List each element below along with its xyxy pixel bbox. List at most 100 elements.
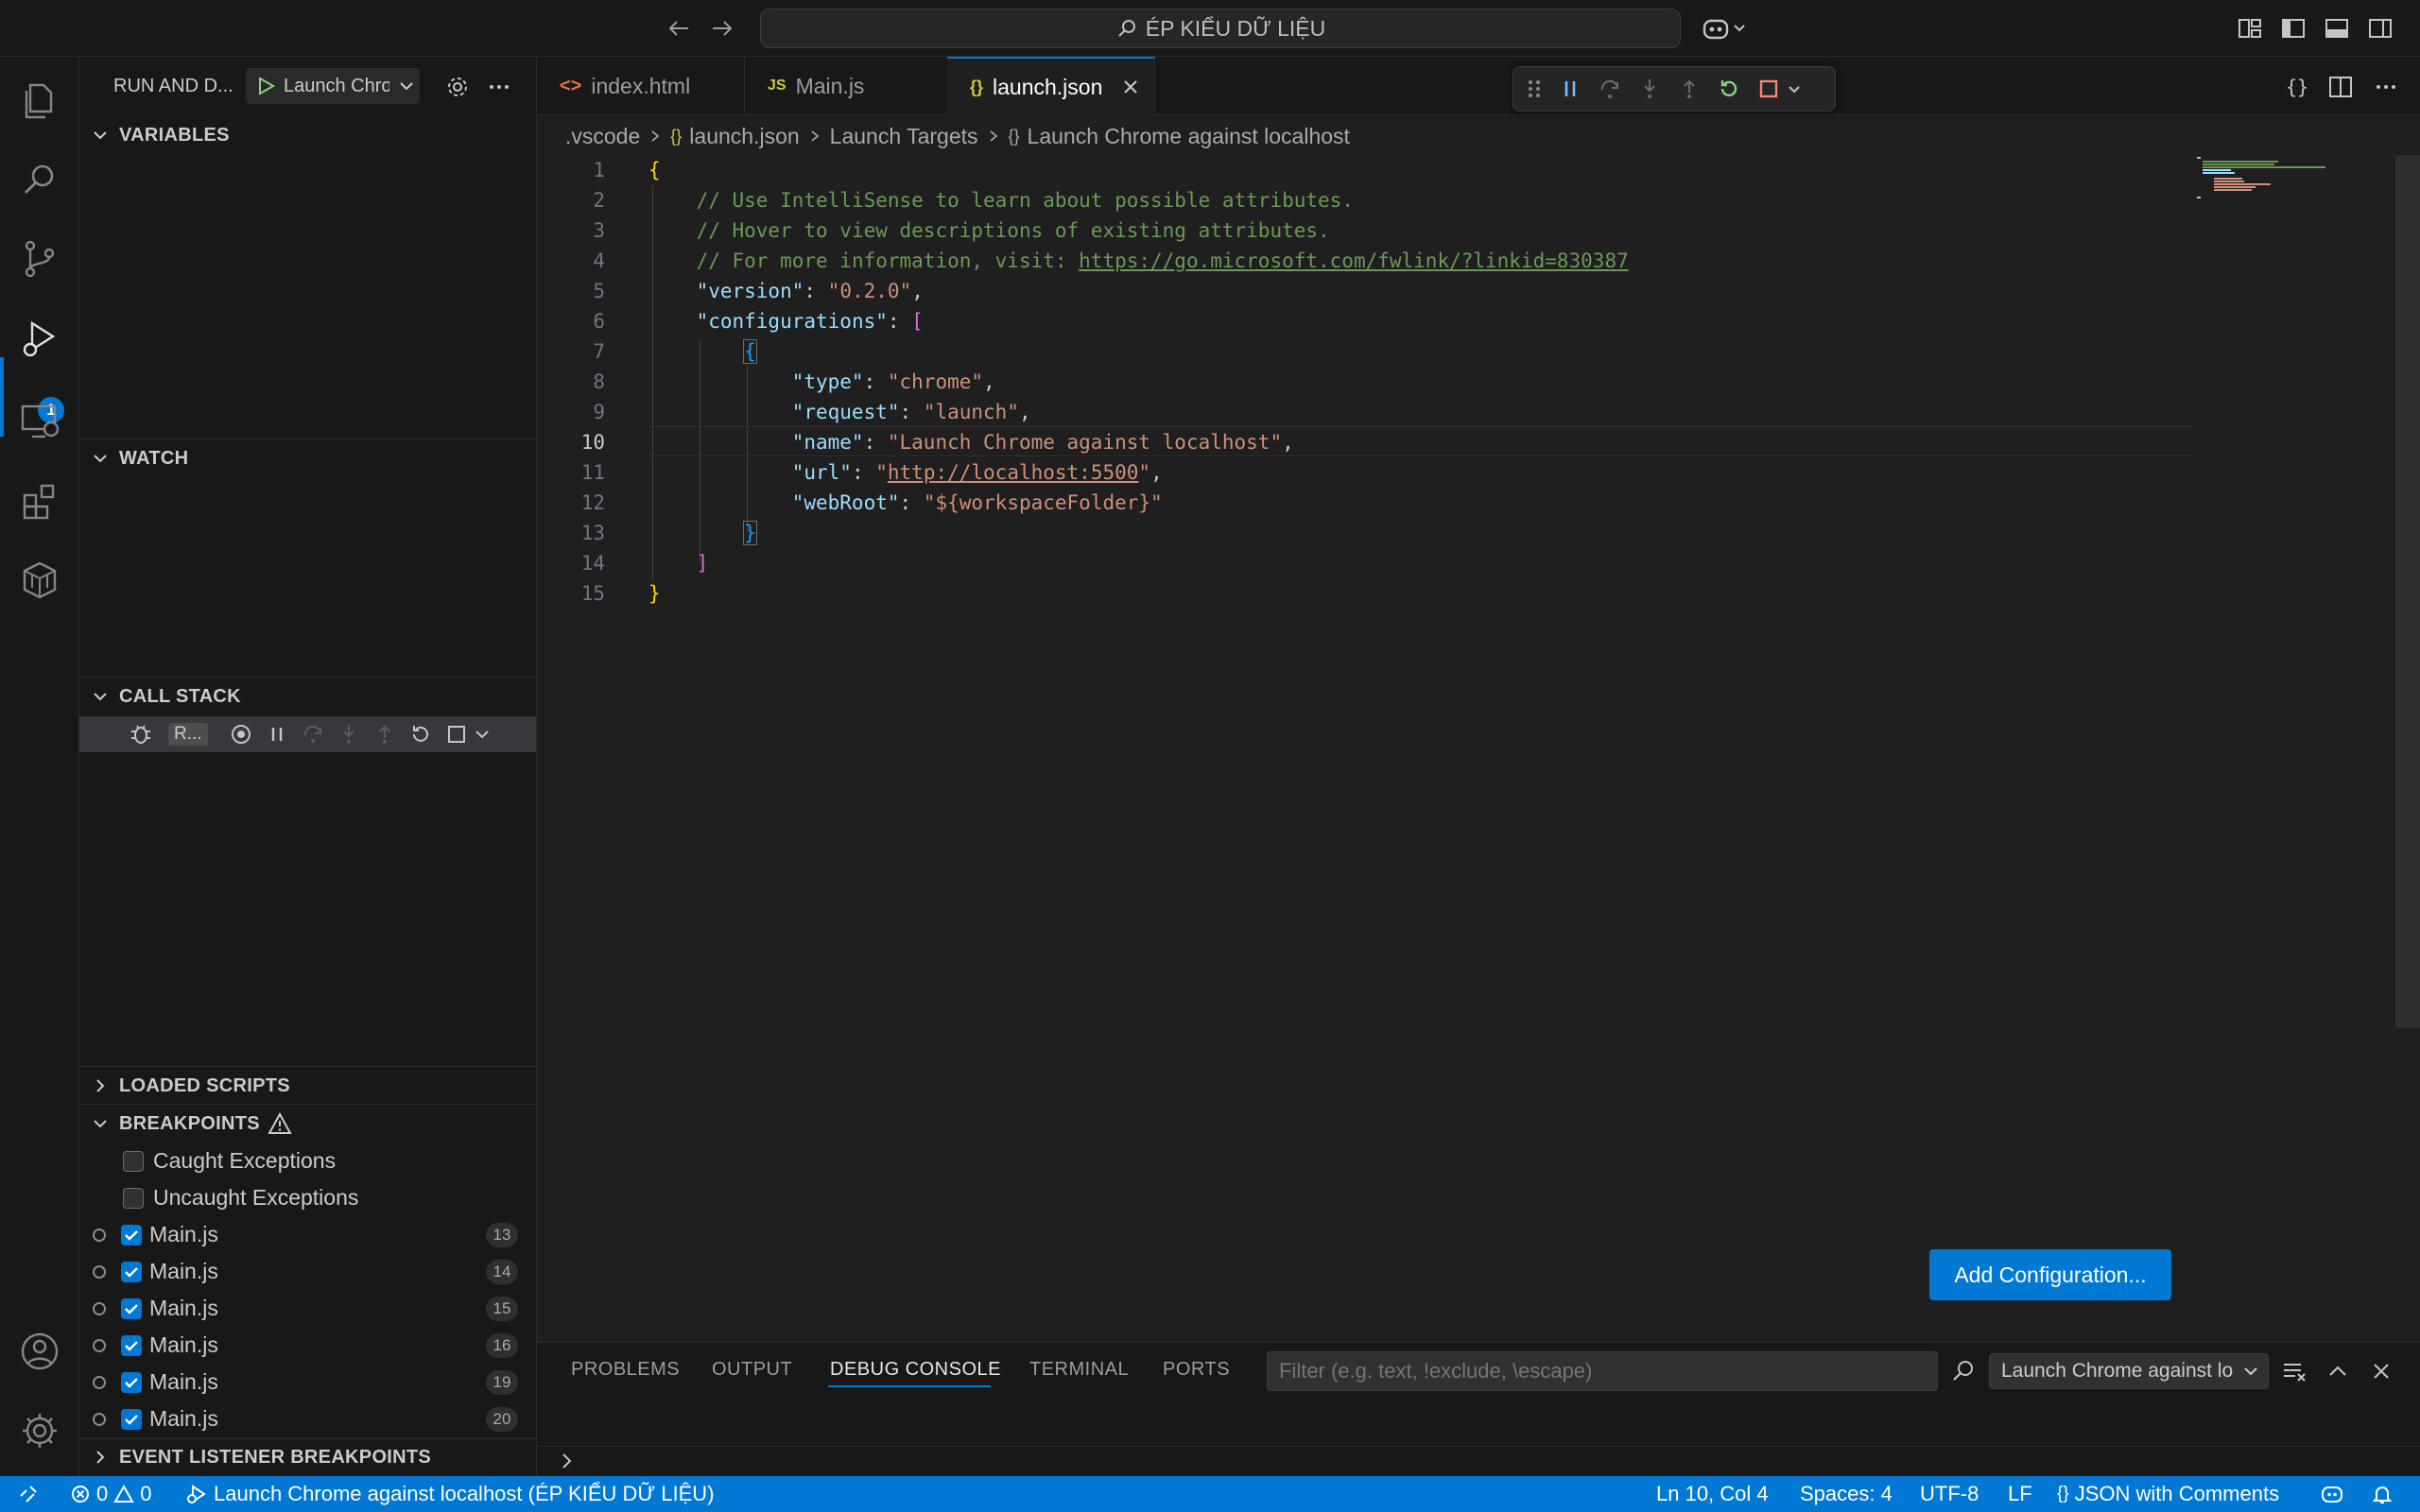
restart-icon[interactable] bbox=[1716, 76, 1742, 102]
copilot-status-icon[interactable] bbox=[2320, 1476, 2344, 1512]
call-stack-session-row[interactable]: R... bbox=[79, 716, 536, 752]
language-mode[interactable]: {} JSON with Comments bbox=[2057, 1476, 2279, 1512]
call-stack-section-header[interactable]: CALL STACK bbox=[79, 679, 536, 714]
breakpoint-checkbox[interactable] bbox=[121, 1297, 142, 1319]
more-actions-icon[interactable] bbox=[486, 74, 512, 100]
notifications-bell-icon[interactable] bbox=[2371, 1476, 2394, 1512]
search-icon[interactable] bbox=[17, 157, 62, 202]
loaded-scripts-section-header[interactable]: LOADED SCRIPTS bbox=[79, 1068, 536, 1104]
url-link[interactable]: http://localhost:5500 bbox=[888, 461, 1139, 484]
restart-icon[interactable] bbox=[408, 722, 433, 747]
cursor-position[interactable]: Ln 10, Col 4 bbox=[1656, 1476, 1769, 1512]
console-prompt-chevron-icon[interactable] bbox=[556, 1450, 579, 1472]
event-listener-breakpoints-header[interactable]: EVENT LISTENER BREAKPOINTS bbox=[79, 1439, 536, 1475]
tab-ports[interactable]: PORTS bbox=[1163, 1359, 1230, 1381]
record-icon[interactable] bbox=[229, 722, 253, 747]
breakpoints-section-header[interactable]: BREAKPOINTS bbox=[79, 1106, 536, 1142]
breadcrumb-folder[interactable]: .vscode bbox=[565, 124, 640, 149]
breakpoint-checkbox[interactable] bbox=[121, 1408, 142, 1430]
source-control-icon[interactable] bbox=[17, 236, 62, 282]
drag-handle-icon[interactable] bbox=[1525, 77, 1544, 101]
close-panel-icon[interactable] bbox=[2367, 1357, 2395, 1385]
breakpoint-row[interactable]: Main.js 20 bbox=[79, 1400, 536, 1437]
account-icon[interactable] bbox=[17, 1329, 62, 1374]
package-icon[interactable] bbox=[17, 558, 62, 603]
step-into-icon[interactable] bbox=[337, 722, 361, 747]
add-configuration-button[interactable]: Add Configuration... bbox=[1929, 1249, 2171, 1300]
step-over-icon[interactable] bbox=[1597, 76, 1623, 102]
breakpoint-checkbox[interactable] bbox=[121, 1261, 142, 1282]
breakpoint-row[interactable]: Main.js 14 bbox=[79, 1253, 536, 1290]
tab-debug-console[interactable]: DEBUG CONSOLE bbox=[830, 1359, 1001, 1381]
launch-config-dropdown[interactable]: Launch Chro bbox=[246, 68, 420, 104]
extensions-icon[interactable] bbox=[17, 478, 62, 524]
tab-index-html[interactable]: <> index.html bbox=[537, 57, 745, 115]
encoding[interactable]: UTF-8 bbox=[1920, 1476, 1979, 1512]
breakpoint-checkbox[interactable] bbox=[121, 1224, 142, 1246]
indentation[interactable]: Spaces: 4 bbox=[1800, 1476, 1893, 1512]
remote-indicator-icon[interactable] bbox=[17, 1476, 40, 1512]
chevron-down-icon[interactable] bbox=[1786, 80, 1803, 97]
stop-icon[interactable] bbox=[444, 722, 469, 747]
tab-main-js[interactable]: JS Main.js bbox=[745, 57, 953, 115]
debug-console-filter-input[interactable] bbox=[1267, 1351, 1938, 1391]
problems-status[interactable]: 0 0 bbox=[70, 1476, 152, 1512]
breakpoint-row[interactable]: Main.js 13 bbox=[79, 1216, 536, 1253]
breadcrumb-section[interactable]: Launch Targets bbox=[830, 124, 978, 149]
breadcrumb-item[interactable]: Launch Chrome against localhost bbox=[1028, 124, 1350, 149]
breakpoint-row[interactable]: Main.js 15 bbox=[79, 1290, 536, 1327]
step-out-icon[interactable] bbox=[372, 722, 397, 747]
step-over-icon[interactable] bbox=[301, 722, 325, 747]
breakpoint-row[interactable]: Main.js 16 bbox=[79, 1327, 536, 1364]
copilot-icon[interactable] bbox=[1702, 13, 1749, 43]
toggle-panel-icon[interactable] bbox=[2322, 13, 2352, 43]
start-debugging-icon[interactable] bbox=[255, 76, 276, 96]
uncaught-exceptions-row[interactable]: Uncaught Exceptions bbox=[79, 1179, 536, 1216]
pause-icon[interactable] bbox=[1557, 76, 1583, 102]
customize-layout-icon[interactable] bbox=[2235, 13, 2265, 43]
tab-problems[interactable]: PROBLEMS bbox=[571, 1359, 680, 1381]
debug-session-status[interactable]: Launch Chrome against localhost (ÉP KIỂU… bbox=[185, 1476, 715, 1512]
breakpoint-checkbox[interactable] bbox=[121, 1334, 142, 1356]
open-launch-json-gear-icon[interactable] bbox=[444, 74, 471, 100]
toggle-secondary-sidebar-icon[interactable] bbox=[2365, 13, 2395, 43]
tab-launch-json[interactable]: {} launch.json bbox=[947, 57, 1155, 115]
toggle-primary-sidebar-icon[interactable] bbox=[2278, 13, 2308, 43]
step-out-icon[interactable] bbox=[1676, 76, 1703, 102]
watch-section-header[interactable]: WATCH bbox=[79, 440, 536, 476]
filter-search-icon[interactable] bbox=[1949, 1357, 1978, 1385]
breadcrumb-file[interactable]: launch.json bbox=[689, 124, 799, 149]
more-actions-icon[interactable] bbox=[2371, 72, 2401, 102]
chevron-down-icon[interactable] bbox=[473, 725, 492, 744]
tab-terminal[interactable]: TERMINAL bbox=[1029, 1359, 1129, 1381]
end-of-line[interactable]: LF bbox=[2008, 1476, 2032, 1512]
editor-scrollbar[interactable] bbox=[2395, 155, 2420, 1028]
uncaught-exceptions-checkbox[interactable] bbox=[123, 1187, 144, 1209]
debug-session-select[interactable]: Launch Chrome against lo bbox=[1989, 1353, 2269, 1389]
caught-exceptions-row[interactable]: Caught Exceptions bbox=[79, 1143, 536, 1179]
code-link[interactable]: https://go.microsoft.com/fwlink/?linkid=… bbox=[1079, 249, 1629, 272]
variables-section-header[interactable]: VARIABLES bbox=[79, 117, 536, 153]
forward-arrow-icon[interactable] bbox=[707, 13, 737, 43]
back-arrow-icon[interactable] bbox=[664, 13, 694, 43]
code-editor[interactable]: 1 2 3 4 5 6 7 8 9 10 11 12 13 14 15 { // Use IntelliSe… bbox=[537, 155, 2399, 1336]
settings-gear-icon[interactable] bbox=[17, 1408, 62, 1453]
close-icon[interactable] bbox=[1121, 77, 1140, 96]
minimap[interactable] bbox=[2193, 151, 2344, 217]
remote-explorer-icon[interactable] bbox=[17, 399, 62, 444]
stop-icon[interactable] bbox=[1755, 76, 1782, 102]
breakpoint-row[interactable]: Main.js 19 bbox=[79, 1364, 536, 1400]
command-center-search[interactable]: ÉP KIỂU DỮ LIỆU bbox=[760, 9, 1681, 48]
explorer-icon[interactable] bbox=[17, 77, 62, 123]
split-editor-icon[interactable] bbox=[2325, 72, 2356, 102]
active-indicator bbox=[0, 357, 4, 437]
clear-console-icon[interactable] bbox=[2280, 1357, 2308, 1385]
open-json-braces-icon[interactable]: {} bbox=[2282, 72, 2312, 102]
pause-icon[interactable] bbox=[265, 722, 289, 747]
tab-output[interactable]: OUTPUT bbox=[712, 1359, 792, 1381]
breakpoint-checkbox[interactable] bbox=[121, 1371, 142, 1393]
step-into-icon[interactable] bbox=[1636, 76, 1663, 102]
caught-exceptions-checkbox[interactable] bbox=[123, 1150, 144, 1172]
run-and-debug-icon[interactable] bbox=[17, 318, 62, 363]
maximize-panel-icon[interactable] bbox=[2324, 1357, 2352, 1385]
